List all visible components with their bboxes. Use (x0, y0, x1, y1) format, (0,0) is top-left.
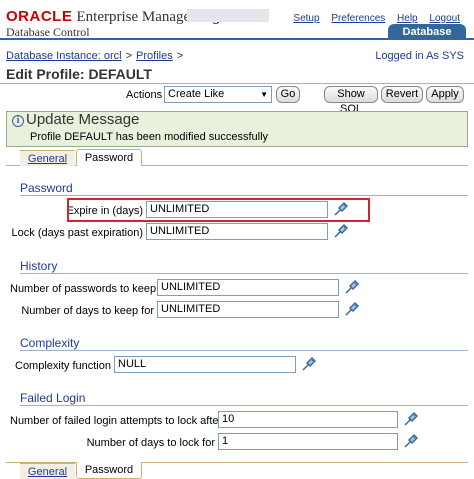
actions-select[interactable]: Create Like ▼ (164, 86, 272, 103)
section-password-rule (20, 195, 468, 196)
section-complexity-rule (20, 350, 468, 351)
global-links: Setup Preferences Help Logout (284, 13, 460, 24)
section-failed-login-title: Failed Login (20, 391, 86, 405)
section-history-rule (20, 273, 468, 274)
complexity-function-field[interactable]: NULL (114, 356, 296, 373)
complexity-function-label: Complexity function (15, 360, 111, 372)
failed-attempts-field[interactable]: 10 (218, 411, 398, 428)
flashlight-search-icon[interactable] (333, 223, 349, 239)
brand-graphic (187, 9, 269, 22)
tab-password[interactable]: Password (76, 149, 142, 166)
info-icon: i (12, 115, 24, 127)
section-failed-login-rule (20, 405, 468, 406)
brand-oracle: ORACLE (6, 8, 73, 25)
lock-days-field[interactable]: 1 (218, 433, 398, 450)
show-sql-button[interactable]: Show SQL (324, 86, 378, 115)
section-complexity-title: Complexity (20, 336, 80, 350)
page-title: Edit Profile: DEFAULT (6, 66, 152, 82)
revert-button[interactable]: Revert (381, 86, 423, 103)
update-message-heading: Update Message (26, 111, 140, 128)
setup-link[interactable]: Setup (293, 13, 319, 24)
tab-general[interactable]: General (20, 150, 75, 166)
lock-field[interactable]: UNLIMITED (146, 223, 328, 240)
breadcrumb-separator-trailing: > (176, 50, 184, 62)
update-message-title: i Update Message (12, 111, 139, 128)
keep-days-label: Number of days to keep for (21, 305, 154, 317)
keep-passwords-label: Number of passwords to keep (10, 283, 157, 295)
bottom-tab-password[interactable]: Password (76, 462, 142, 479)
logged-in-status: Logged in As SYS (375, 50, 464, 62)
flashlight-search-icon[interactable] (301, 356, 317, 372)
lock-days-label: Number of days to lock for (86, 437, 215, 449)
help-link[interactable]: Help (397, 13, 418, 24)
expire-highlight (67, 198, 370, 222)
flashlight-search-icon[interactable] (344, 301, 360, 317)
flashlight-search-icon[interactable] (344, 279, 360, 295)
breadcrumb-separator: > (125, 50, 133, 62)
actions-select-value: Create Like (168, 88, 225, 100)
go-button[interactable]: Go (276, 86, 300, 103)
section-history-title: History (20, 259, 58, 273)
preferences-link[interactable]: Preferences (331, 13, 385, 24)
breadcrumb: Database Instance: orcl > Profiles > (6, 50, 187, 62)
bottom-tab-general[interactable]: General (20, 463, 75, 479)
logout-link[interactable]: Logout (429, 13, 460, 24)
section-password-title: Password (20, 181, 73, 195)
update-message-text: Profile DEFAULT has been modified succes… (30, 131, 269, 143)
actions-label: Actions (126, 89, 163, 101)
keep-passwords-field[interactable]: UNLIMITED (157, 279, 339, 296)
chevron-down-icon: ▼ (260, 90, 268, 99)
title-divider (0, 83, 474, 84)
brand-em: Enterprise Manager (76, 9, 196, 25)
flashlight-search-icon[interactable] (403, 411, 419, 427)
flashlight-search-icon[interactable] (403, 433, 419, 449)
breadcrumb-profiles[interactable]: Profiles (136, 50, 173, 62)
lock-label: Lock (days past expiration) (11, 227, 143, 239)
breadcrumb-instance[interactable]: Database Instance: orcl (6, 50, 122, 62)
failed-attempts-label: Number of failed login attempts to lock … (10, 415, 223, 427)
database-tab[interactable]: Database (388, 24, 466, 40)
keep-days-field[interactable]: UNLIMITED (157, 301, 339, 318)
apply-button[interactable]: Apply (426, 86, 464, 103)
